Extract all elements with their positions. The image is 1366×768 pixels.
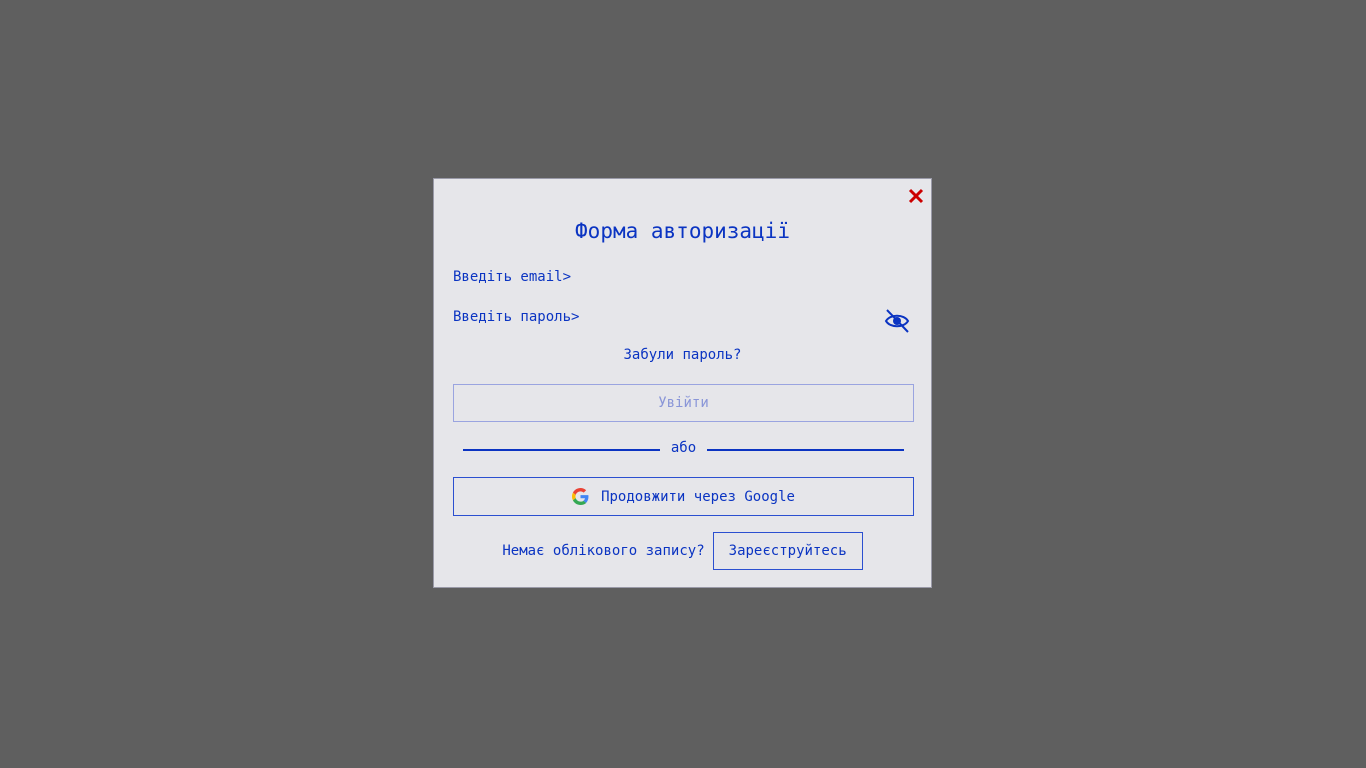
signup-button[interactable]: Зареєструйтесь bbox=[712, 532, 863, 570]
close-button[interactable] bbox=[906, 186, 926, 206]
auth-modal: Форма авторизації Забули пароль? Увійти … bbox=[433, 178, 932, 588]
divider-line-right bbox=[707, 449, 904, 451]
forgot-password-link[interactable]: Забули пароль? bbox=[434, 347, 931, 363]
eye-slash-icon bbox=[884, 309, 910, 333]
email-input[interactable] bbox=[453, 266, 915, 288]
close-icon bbox=[908, 188, 924, 204]
signup-prompt: Немає облікового запису? bbox=[502, 543, 705, 559]
google-icon bbox=[572, 488, 589, 505]
login-button[interactable]: Увійти bbox=[453, 384, 914, 422]
google-button-label: Продовжити через Google bbox=[601, 488, 795, 505]
or-divider: або bbox=[463, 440, 904, 458]
form-title: Форма авторизації bbox=[575, 219, 790, 243]
password-visibility-toggle[interactable] bbox=[884, 308, 910, 334]
divider-label: або bbox=[670, 440, 697, 456]
password-input[interactable] bbox=[453, 306, 873, 328]
google-signin-button[interactable]: Продовжити через Google bbox=[453, 477, 914, 516]
signup-row: Немає облікового запису? Зареєструйтесь bbox=[434, 532, 931, 570]
